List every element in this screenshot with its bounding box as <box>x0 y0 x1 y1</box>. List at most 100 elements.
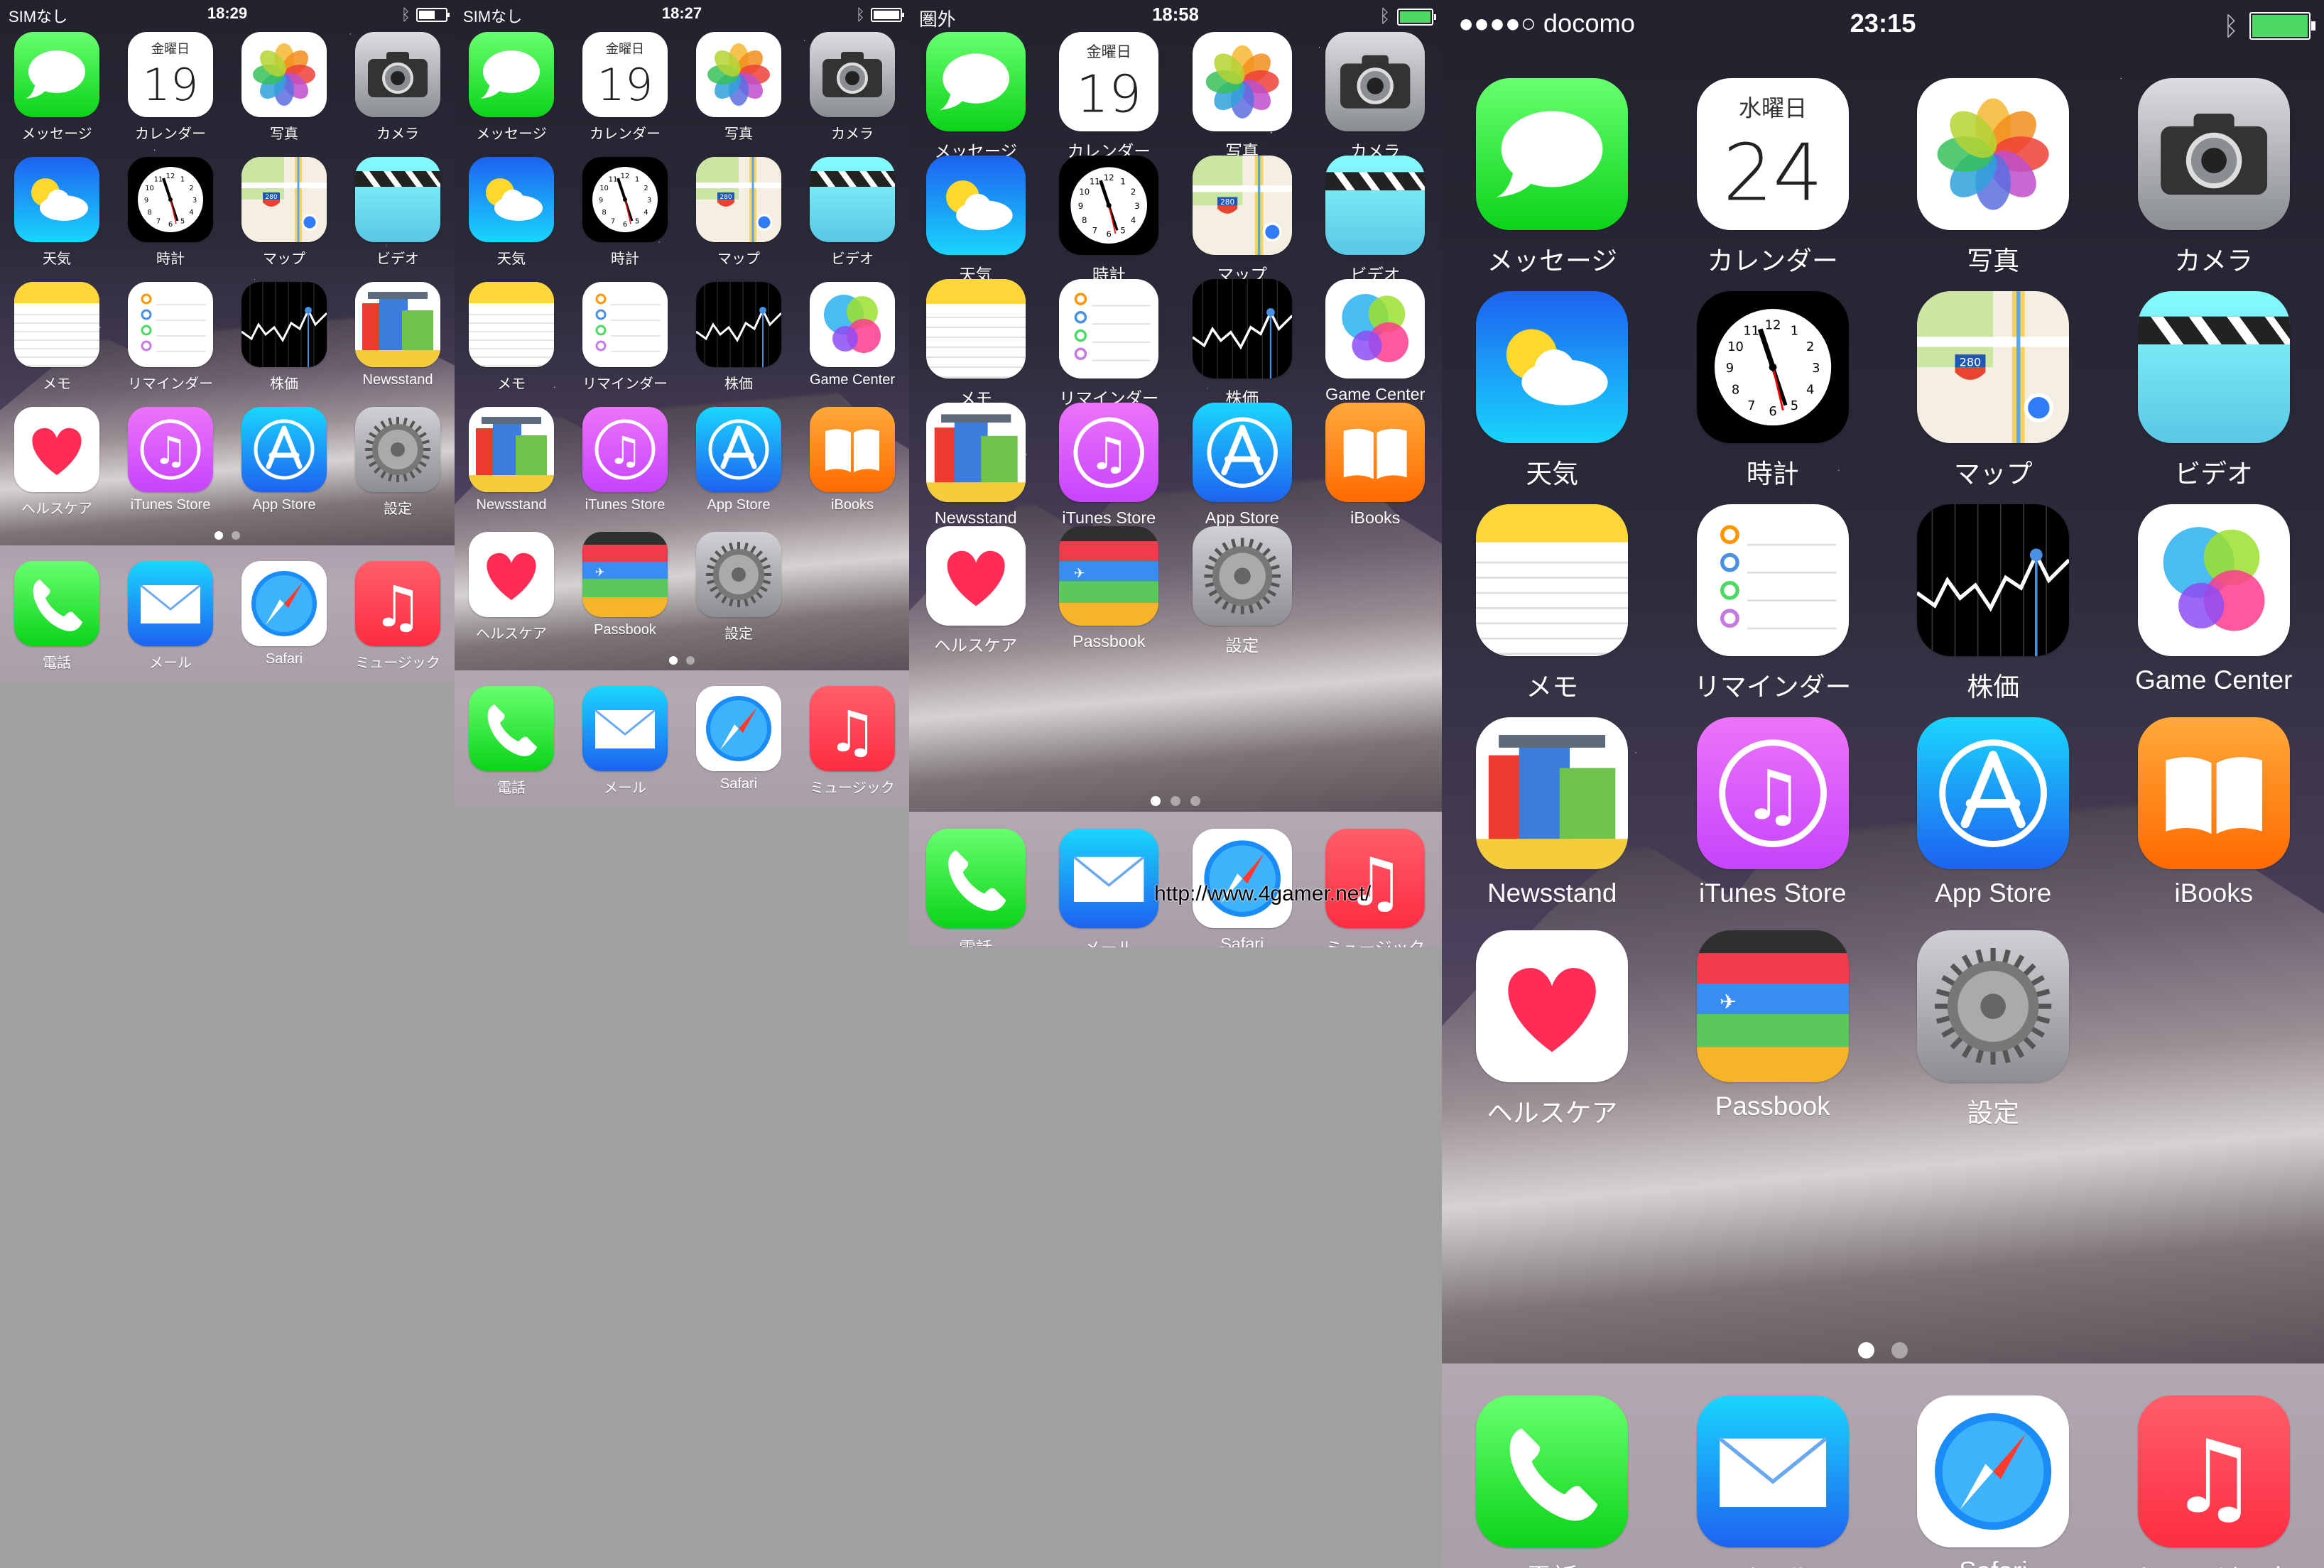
passbook-icon[interactable]: ✈ <box>582 532 668 617</box>
dock-app-mail[interactable]: メール <box>1696 1395 1849 1568</box>
page-dot[interactable] <box>1190 795 1201 806</box>
dock-app-phone[interactable]: 電話 <box>1476 1395 1629 1568</box>
app-clock[interactable]: 1 2 3 4 5 6 7 8 9 10 11 12 時計 <box>128 157 213 268</box>
app-clock[interactable]: 1 2 3 4 5 6 7 8 9 10 11 12 時計 <box>1696 291 1849 491</box>
app-itunes[interactable]: ♫ iTunes Store <box>128 407 213 518</box>
app-stocks[interactable]: 株価 <box>1192 279 1292 409</box>
app-health[interactable]: ヘルスケア <box>469 532 554 643</box>
app-gamecenter[interactable]: Game Center <box>810 282 895 393</box>
app-clock[interactable]: 1 2 3 4 5 6 7 8 9 10 11 12 時計 <box>582 157 668 268</box>
page-indicator[interactable] <box>909 795 1442 809</box>
itunes-icon[interactable]: ♫ <box>128 407 213 492</box>
page-dot[interactable] <box>686 656 695 665</box>
appstore-icon[interactable] <box>1917 717 2070 870</box>
app-appstore[interactable]: App Store <box>1192 403 1292 533</box>
ibooks-icon[interactable] <box>1325 403 1426 503</box>
app-settings[interactable]: 設定 <box>1192 526 1292 656</box>
app-health[interactable]: ヘルスケア <box>925 526 1026 656</box>
app-ibooks[interactable]: iBooks <box>810 407 895 518</box>
music-icon[interactable]: ♫ <box>355 561 440 646</box>
music-icon[interactable]: ♫ <box>810 686 895 771</box>
app-reminders[interactable]: リマインダー <box>128 282 213 393</box>
music-icon[interactable]: ♫ <box>1325 829 1426 929</box>
page-indicator[interactable] <box>455 654 909 668</box>
appstore-icon[interactable] <box>241 407 327 492</box>
messages-icon[interactable] <box>469 32 554 117</box>
app-weather[interactable]: 天気 <box>14 157 99 268</box>
weather-icon[interactable] <box>1476 291 1629 444</box>
appstore-icon[interactable] <box>1192 403 1292 503</box>
app-notes[interactable]: メモ <box>14 282 99 393</box>
health-icon[interactable] <box>925 526 1026 626</box>
app-messages[interactable]: メッセージ <box>925 32 1026 162</box>
app-settings[interactable]: 設定 <box>1917 930 2070 1130</box>
app-passbook[interactable]: ✈ Passbook <box>1059 526 1159 656</box>
phone-icon[interactable] <box>1476 1395 1629 1548</box>
videos-icon[interactable] <box>810 157 895 242</box>
app-reminders[interactable]: リマインダー <box>582 282 668 393</box>
app-itunes[interactable]: ♫ iTunes Store <box>1059 403 1159 533</box>
newsstand-icon[interactable] <box>469 407 554 492</box>
clock-icon[interactable]: 1 2 3 4 5 6 7 8 9 10 11 12 <box>1696 291 1849 444</box>
messages-icon[interactable] <box>925 32 1026 132</box>
app-maps[interactable]: 280 マップ <box>696 157 781 268</box>
clock-icon[interactable]: 1 2 3 4 5 6 7 8 9 10 11 12 <box>582 157 668 242</box>
dock-app-safari[interactable]: Safari <box>241 561 327 672</box>
stocks-icon[interactable] <box>241 282 327 367</box>
itunes-icon[interactable]: ♫ <box>582 407 668 492</box>
clock-icon[interactable]: 1 2 3 4 5 6 7 8 9 10 11 12 <box>128 157 213 242</box>
maps-icon[interactable]: 280 <box>241 157 327 242</box>
itunes-icon[interactable]: ♫ <box>1059 403 1159 503</box>
app-itunes[interactable]: ♫ iTunes Store <box>1696 717 1849 917</box>
clock-icon[interactable]: 1 2 3 4 5 6 7 8 9 10 11 12 <box>1059 156 1159 256</box>
app-newsstand[interactable]: Newsstand <box>469 407 554 518</box>
app-maps[interactable]: 280 マップ <box>241 157 327 268</box>
health-icon[interactable] <box>469 532 554 617</box>
app-appstore[interactable]: App Store <box>696 407 781 518</box>
settings-icon[interactable] <box>696 532 781 617</box>
app-stocks[interactable]: 株価 <box>241 282 327 393</box>
app-videos[interactable]: ビデオ <box>2137 291 2290 491</box>
phone-icon[interactable] <box>469 686 554 771</box>
app-camera[interactable]: カメラ <box>1325 32 1426 162</box>
videos-icon[interactable] <box>1325 156 1426 256</box>
weather-icon[interactable] <box>469 157 554 242</box>
app-appstore[interactable]: App Store <box>241 407 327 518</box>
dock-app-safari[interactable]: Safari <box>696 686 781 797</box>
page-dot[interactable] <box>215 531 223 540</box>
maps-icon[interactable]: 280 <box>696 157 781 242</box>
dock-app-phone[interactable]: 電話 <box>14 561 99 672</box>
page-dot[interactable] <box>1858 1342 1875 1359</box>
ibooks-icon[interactable] <box>2137 717 2290 870</box>
page-indicator[interactable] <box>1442 1342 2324 1361</box>
app-calendar[interactable]: 水曜日 24 カレンダー <box>1696 78 1849 278</box>
app-camera[interactable]: カメラ <box>355 32 440 143</box>
notes-icon[interactable] <box>1476 504 1629 657</box>
videos-icon[interactable] <box>355 157 440 242</box>
dock-app-mail[interactable]: メール <box>128 561 213 672</box>
photos-icon[interactable] <box>241 32 327 117</box>
passbook-icon[interactable]: ✈ <box>1059 526 1159 626</box>
weather-icon[interactable] <box>14 157 99 242</box>
app-weather[interactable]: 天気 <box>469 157 554 268</box>
calendar-icon[interactable]: 金曜日 19 <box>1059 32 1159 132</box>
calendar-icon[interactable]: 金曜日 19 <box>582 32 668 117</box>
settings-icon[interactable] <box>1192 526 1292 626</box>
dock-app-phone[interactable]: 電話 <box>469 686 554 797</box>
gamecenter-icon[interactable] <box>1325 279 1426 379</box>
app-photos[interactable]: 写真 <box>696 32 781 143</box>
camera-icon[interactable] <box>810 32 895 117</box>
page-dot[interactable] <box>1150 795 1161 806</box>
reminders-icon[interactable] <box>1696 504 1849 657</box>
phone-icon[interactable] <box>925 829 1026 929</box>
app-weather[interactable]: 天気 <box>1476 291 1629 491</box>
app-videos[interactable]: ビデオ <box>1325 156 1426 285</box>
app-messages[interactable]: メッセージ <box>14 32 99 143</box>
app-maps[interactable]: 280 マップ <box>1192 156 1292 285</box>
app-newsstand[interactable]: Newsstand <box>1476 717 1629 917</box>
app-stocks[interactable]: 株価 <box>1917 504 2070 704</box>
app-health[interactable]: ヘルスケア <box>14 407 99 518</box>
app-settings[interactable]: 設定 <box>355 407 440 518</box>
ibooks-icon[interactable] <box>810 407 895 492</box>
app-messages[interactable]: メッセージ <box>469 32 554 143</box>
